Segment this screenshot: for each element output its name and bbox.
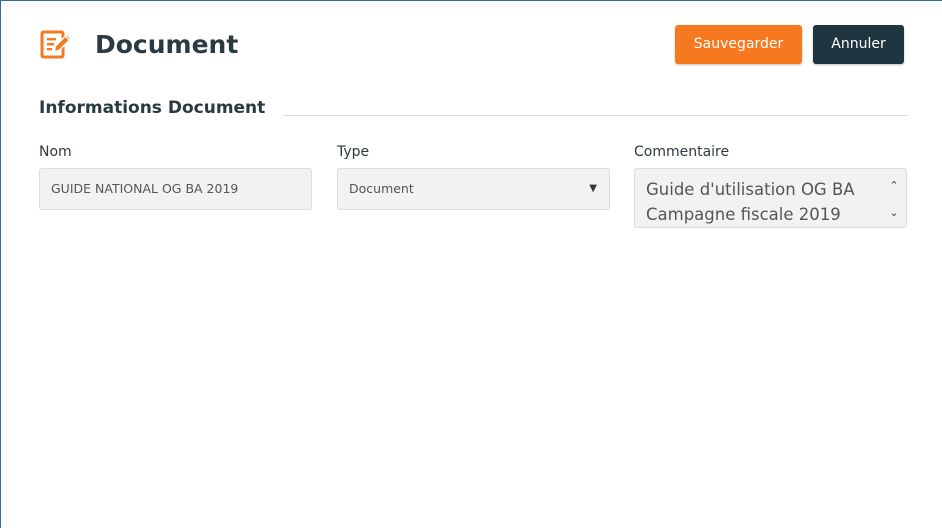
chevron-down-icon[interactable]: ⌄ [888, 200, 900, 225]
commentaire-label: Commentaire [634, 144, 730, 160]
chevron-up-icon[interactable]: ⌃ [888, 173, 900, 198]
section-header: Informations Document [39, 96, 907, 120]
nom-input[interactable]: GUIDE NATIONAL OG BA 2019 [39, 168, 312, 210]
commentaire-textarea[interactable]: Guide d'utilisation OG BA Campagne fisca… [634, 168, 907, 228]
section-title: Informations Document [39, 98, 266, 118]
dialog-header: Document [39, 19, 238, 69]
edit-document-icon [39, 27, 73, 61]
type-label: Type [337, 144, 370, 160]
page-title: Document [95, 29, 239, 59]
document-dialog: Document Sauvegarder Annuler Information… [0, 0, 942, 528]
cancel-button[interactable]: Annuler [813, 25, 904, 64]
nom-label: Nom [39, 144, 72, 160]
caret-down-icon: ▼ [589, 183, 597, 194]
save-button[interactable]: Sauvegarder [675, 25, 802, 64]
type-select-value: Document [349, 181, 414, 196]
section-divider [283, 114, 907, 116]
commentaire-text: Guide d'utilisation OG BA Campagne fisca… [646, 180, 855, 224]
type-select[interactable]: Document ▼ [337, 168, 610, 210]
